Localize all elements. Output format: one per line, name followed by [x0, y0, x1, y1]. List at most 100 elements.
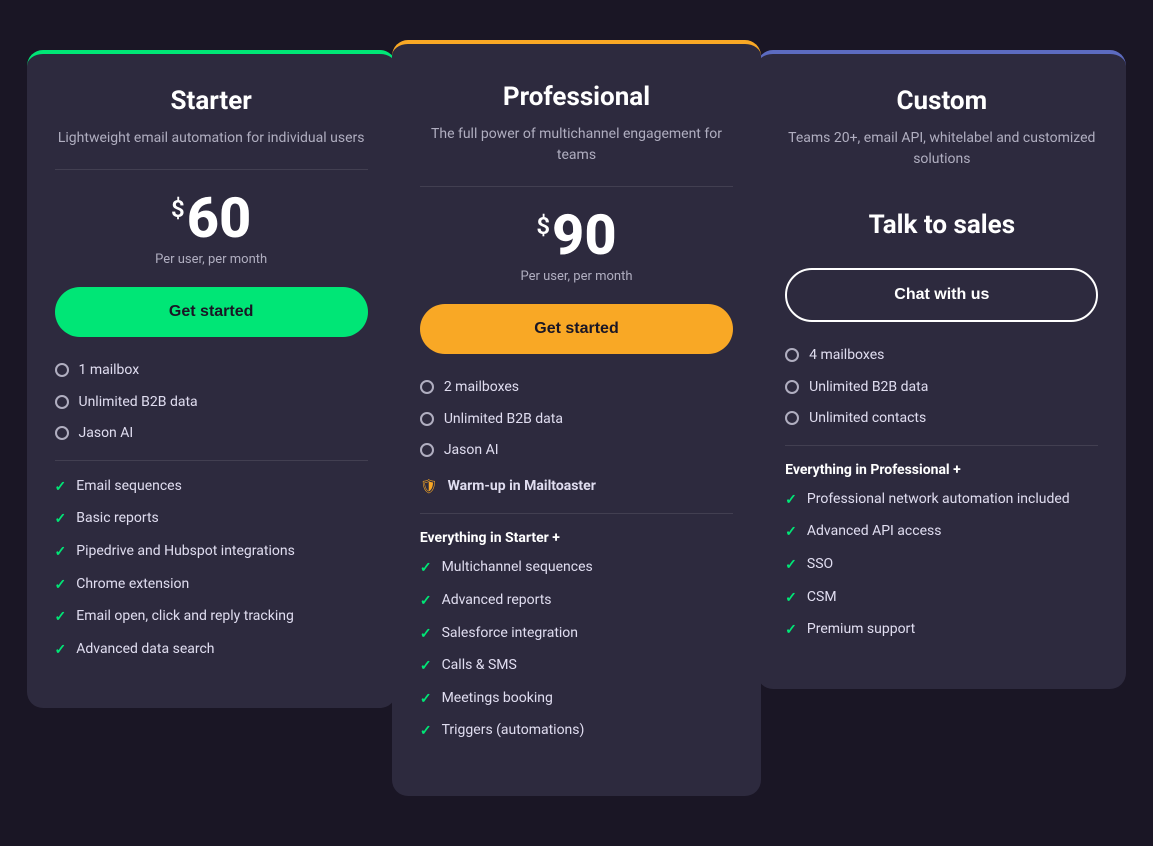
custom-plan-card: Custom Teams 20+, email API, whitelabel …: [757, 50, 1126, 689]
list-item: ✓Advanced data search: [55, 640, 368, 661]
list-item: Unlimited contacts: [785, 409, 1098, 429]
starter-core-features: 1 mailbox Unlimited B2B data Jason AI: [55, 361, 368, 444]
check-icon: ✓: [785, 621, 797, 641]
circle-icon: [55, 395, 69, 409]
check-icon: ✓: [55, 576, 67, 596]
check-icon: ✓: [785, 556, 797, 576]
list-item: ✓ Basic reports: [55, 509, 368, 530]
check-icon: ✓: [55, 478, 67, 498]
professional-divider-2: [420, 513, 733, 514]
custom-check-features: ✓ Professional network automation include…: [785, 490, 1098, 641]
talk-to-sales-label: Talk to sales: [785, 210, 1098, 240]
list-item: ✓Email open, click and reply tracking: [55, 607, 368, 628]
feature-label: Unlimited B2B data: [809, 378, 928, 398]
circle-icon: [420, 443, 434, 457]
list-item: ✓ CSM: [785, 588, 1098, 609]
professional-plan-title: Professional: [420, 82, 733, 112]
check-icon: ✓: [420, 592, 432, 612]
list-item: ✓Salesforce integration: [420, 624, 733, 645]
circle-icon: [55, 363, 69, 377]
professional-plan-card: Professional The full power of multichan…: [392, 40, 761, 796]
feature-label: SSO: [807, 555, 833, 575]
circle-icon: [420, 412, 434, 426]
circle-icon: [785, 380, 799, 394]
professional-get-started-button[interactable]: Get started: [420, 304, 733, 354]
professional-price-period: Per user, per month: [420, 269, 733, 284]
custom-core-features: 4 mailboxes Unlimited B2B data Unlimited…: [785, 346, 1098, 429]
professional-everything-label: Everything in Starter +: [420, 530, 733, 546]
list-item: ✓ Meetings booking: [420, 689, 733, 710]
check-icon: ✓: [420, 657, 432, 677]
custom-plan-description: Teams 20+, email API, whitelabel and cus…: [785, 128, 1098, 170]
check-icon: ✓: [785, 491, 797, 511]
list-item: ✓Multichannel sequences: [420, 558, 733, 579]
list-item: Unlimited B2B data: [785, 378, 1098, 398]
professional-price-dollar: $: [536, 212, 550, 240]
starter-price-period: Per user, per month: [55, 252, 368, 267]
starter-price-number: 60: [187, 185, 252, 251]
feature-label: Basic reports: [76, 509, 159, 529]
feature-label: 2 mailboxes: [444, 378, 519, 398]
check-icon: ✓: [55, 608, 67, 628]
check-icon: ✓: [55, 543, 67, 563]
list-item: ✓ Advanced reports: [420, 591, 733, 612]
feature-label: Chrome extension: [76, 575, 189, 595]
shield-icon: 🛡: [420, 478, 438, 498]
check-icon: ✓: [785, 589, 797, 609]
feature-label: CSM: [807, 588, 837, 608]
feature-label: Jason AI: [79, 424, 134, 444]
feature-label: Unlimited contacts: [809, 409, 926, 429]
list-item: ✓ Email sequences: [55, 477, 368, 498]
feature-label: Meetings booking: [442, 689, 553, 709]
feature-label: Premium support: [807, 620, 915, 640]
feature-label: Advanced data search: [76, 640, 214, 660]
feature-label: Unlimited B2B data: [79, 393, 198, 413]
professional-plan-description: The full power of multichannel engagemen…: [420, 124, 733, 166]
list-item: 1 mailbox: [55, 361, 368, 381]
professional-price-block: $90 Per user, per month: [420, 207, 733, 284]
feature-label: Jason AI: [444, 441, 499, 461]
starter-divider-1: [55, 169, 368, 170]
circle-icon: [785, 348, 799, 362]
list-item: 2 mailboxes: [420, 378, 733, 398]
list-item: ✓Calls & SMS: [420, 656, 733, 677]
professional-check-features: ✓Multichannel sequences ✓ Advanced report…: [420, 558, 733, 742]
professional-divider-1: [420, 186, 733, 187]
circle-icon: [785, 411, 799, 425]
check-icon: ✓: [420, 690, 432, 710]
custom-plan-title: Custom: [785, 86, 1098, 116]
starter-plan-description: Lightweight email automation for individ…: [55, 128, 368, 149]
feature-label: Advanced reports: [442, 591, 552, 611]
list-item: Unlimited B2B data: [420, 410, 733, 430]
feature-label: Email sequences: [76, 477, 182, 497]
starter-price-dollar: $: [171, 195, 185, 223]
list-item: 🛡 Warm-up in Mailtoaster: [420, 477, 733, 498]
professional-price-amount: $90: [420, 207, 733, 263]
check-icon: ✓: [420, 722, 432, 742]
circle-icon: [55, 426, 69, 440]
feature-label: 1 mailbox: [79, 361, 140, 381]
feature-label: Salesforce integration: [442, 624, 578, 644]
custom-divider: [785, 445, 1098, 446]
starter-divider-2: [55, 460, 368, 461]
list-item: ✓ Premium support: [785, 620, 1098, 641]
list-item: ✓ Triggers (automations): [420, 721, 733, 742]
feature-label: Professional network automation included: [807, 490, 1070, 510]
starter-plan-title: Starter: [55, 86, 368, 116]
feature-label: Triggers (automations): [442, 721, 585, 741]
check-icon: ✓: [420, 559, 432, 579]
starter-check-features: ✓ Email sequences ✓ Basic reports ✓ Pipedri…: [55, 477, 368, 661]
list-item: Jason AI: [420, 441, 733, 461]
custom-chat-button[interactable]: Chat with us: [785, 268, 1098, 322]
list-item: ✓ Professional network automation include…: [785, 490, 1098, 511]
list-item: ✓ Pipedrive and Hubspot integrations: [55, 542, 368, 563]
starter-get-started-button[interactable]: Get started: [55, 287, 368, 337]
starter-price-amount: $60: [55, 190, 368, 246]
feature-label: 4 mailboxes: [809, 346, 884, 366]
list-item: ✓ Chrome extension: [55, 575, 368, 596]
check-icon: ✓: [785, 523, 797, 543]
check-icon: ✓: [55, 510, 67, 530]
warmup-label: Warm-up in Mailtoaster: [448, 477, 596, 497]
feature-label: Pipedrive and Hubspot integrations: [76, 542, 295, 562]
list-item: ✓Advanced API access: [785, 522, 1098, 543]
